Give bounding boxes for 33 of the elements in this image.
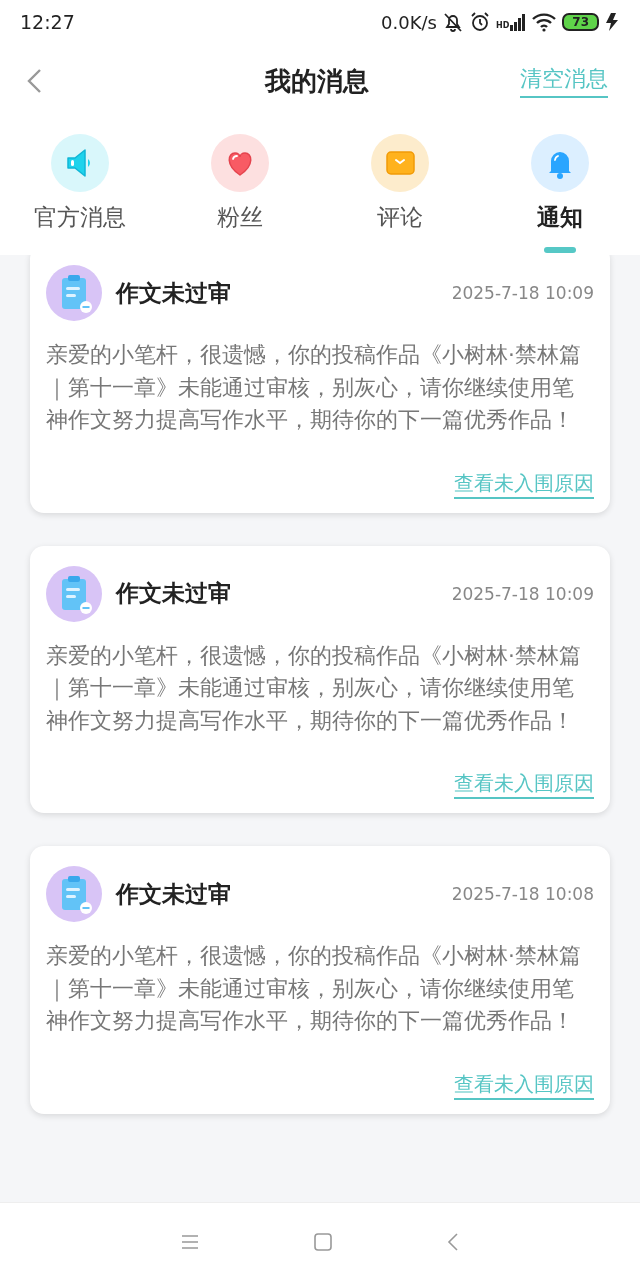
network-speed: 0.0K/s	[381, 11, 437, 33]
menu-icon[interactable]	[181, 1233, 199, 1250]
clipboard-icon	[46, 265, 102, 321]
message-title: 作文未过审	[116, 278, 232, 308]
message-title: 作文未过审	[116, 579, 232, 608]
message-text: 亲爱的小笔杆，很遗憾，你的投稿作品《小树林·禁林篇｜第十一章》未能通过审核，别灰心，请你继续使用笔神作文努力提高写作水平，期待你的下一篇优秀作品！	[46, 341, 582, 434]
category-tab[interactable]: 通知	[480, 118, 640, 255]
clipboard-icon	[46, 565, 102, 622]
message-time: 2025-7-18 10:09	[451, 583, 594, 604]
message-time: 2025-7-18 10:08	[451, 884, 594, 904]
wifi-icon	[531, 12, 558, 32]
message-text: 亲爱的小笔杆，很遗憾，你的投稿作品《小树林·禁林篇｜第十一章》未能通过审核，别灰心，请你继续使用笔神作文努力提高写作水平，期待你的下一篇优秀作品！	[46, 942, 582, 1035]
selected-indicator	[544, 247, 576, 253]
charging-icon	[604, 12, 620, 32]
envelope-icon	[371, 134, 429, 192]
category-tab[interactable]: 官方消息	[0, 118, 160, 255]
back-icon[interactable]	[26, 68, 42, 94]
status-time: 12:27	[20, 11, 75, 33]
message-title: 作文未过审	[116, 879, 232, 909]
clipboard-icon	[46, 866, 102, 922]
megaphone-icon	[51, 134, 109, 192]
muted-bell-icon	[441, 11, 464, 33]
home-icon[interactable]	[314, 1232, 332, 1251]
category-tab[interactable]: 粉丝	[160, 118, 320, 255]
message-time: 2025-7-18 10:09	[451, 283, 594, 303]
category-tab[interactable]: 评论	[320, 118, 480, 255]
message-text: 亲爱的小笔杆，很遗憾，你的投稿作品《小树林·禁林篇｜第十一章》未能通过审核，别灰心，请你继续使用笔神作文努力提高写作水平，期待你的下一篇优秀作品！	[46, 641, 582, 735]
signal-icon	[510, 13, 527, 31]
signal-label: HD	[495, 21, 510, 30]
bell-icon	[531, 134, 589, 192]
battery-level: 73	[562, 13, 599, 31]
page-title: 我的消息	[265, 64, 369, 98]
back-icon[interactable]	[447, 1232, 459, 1251]
